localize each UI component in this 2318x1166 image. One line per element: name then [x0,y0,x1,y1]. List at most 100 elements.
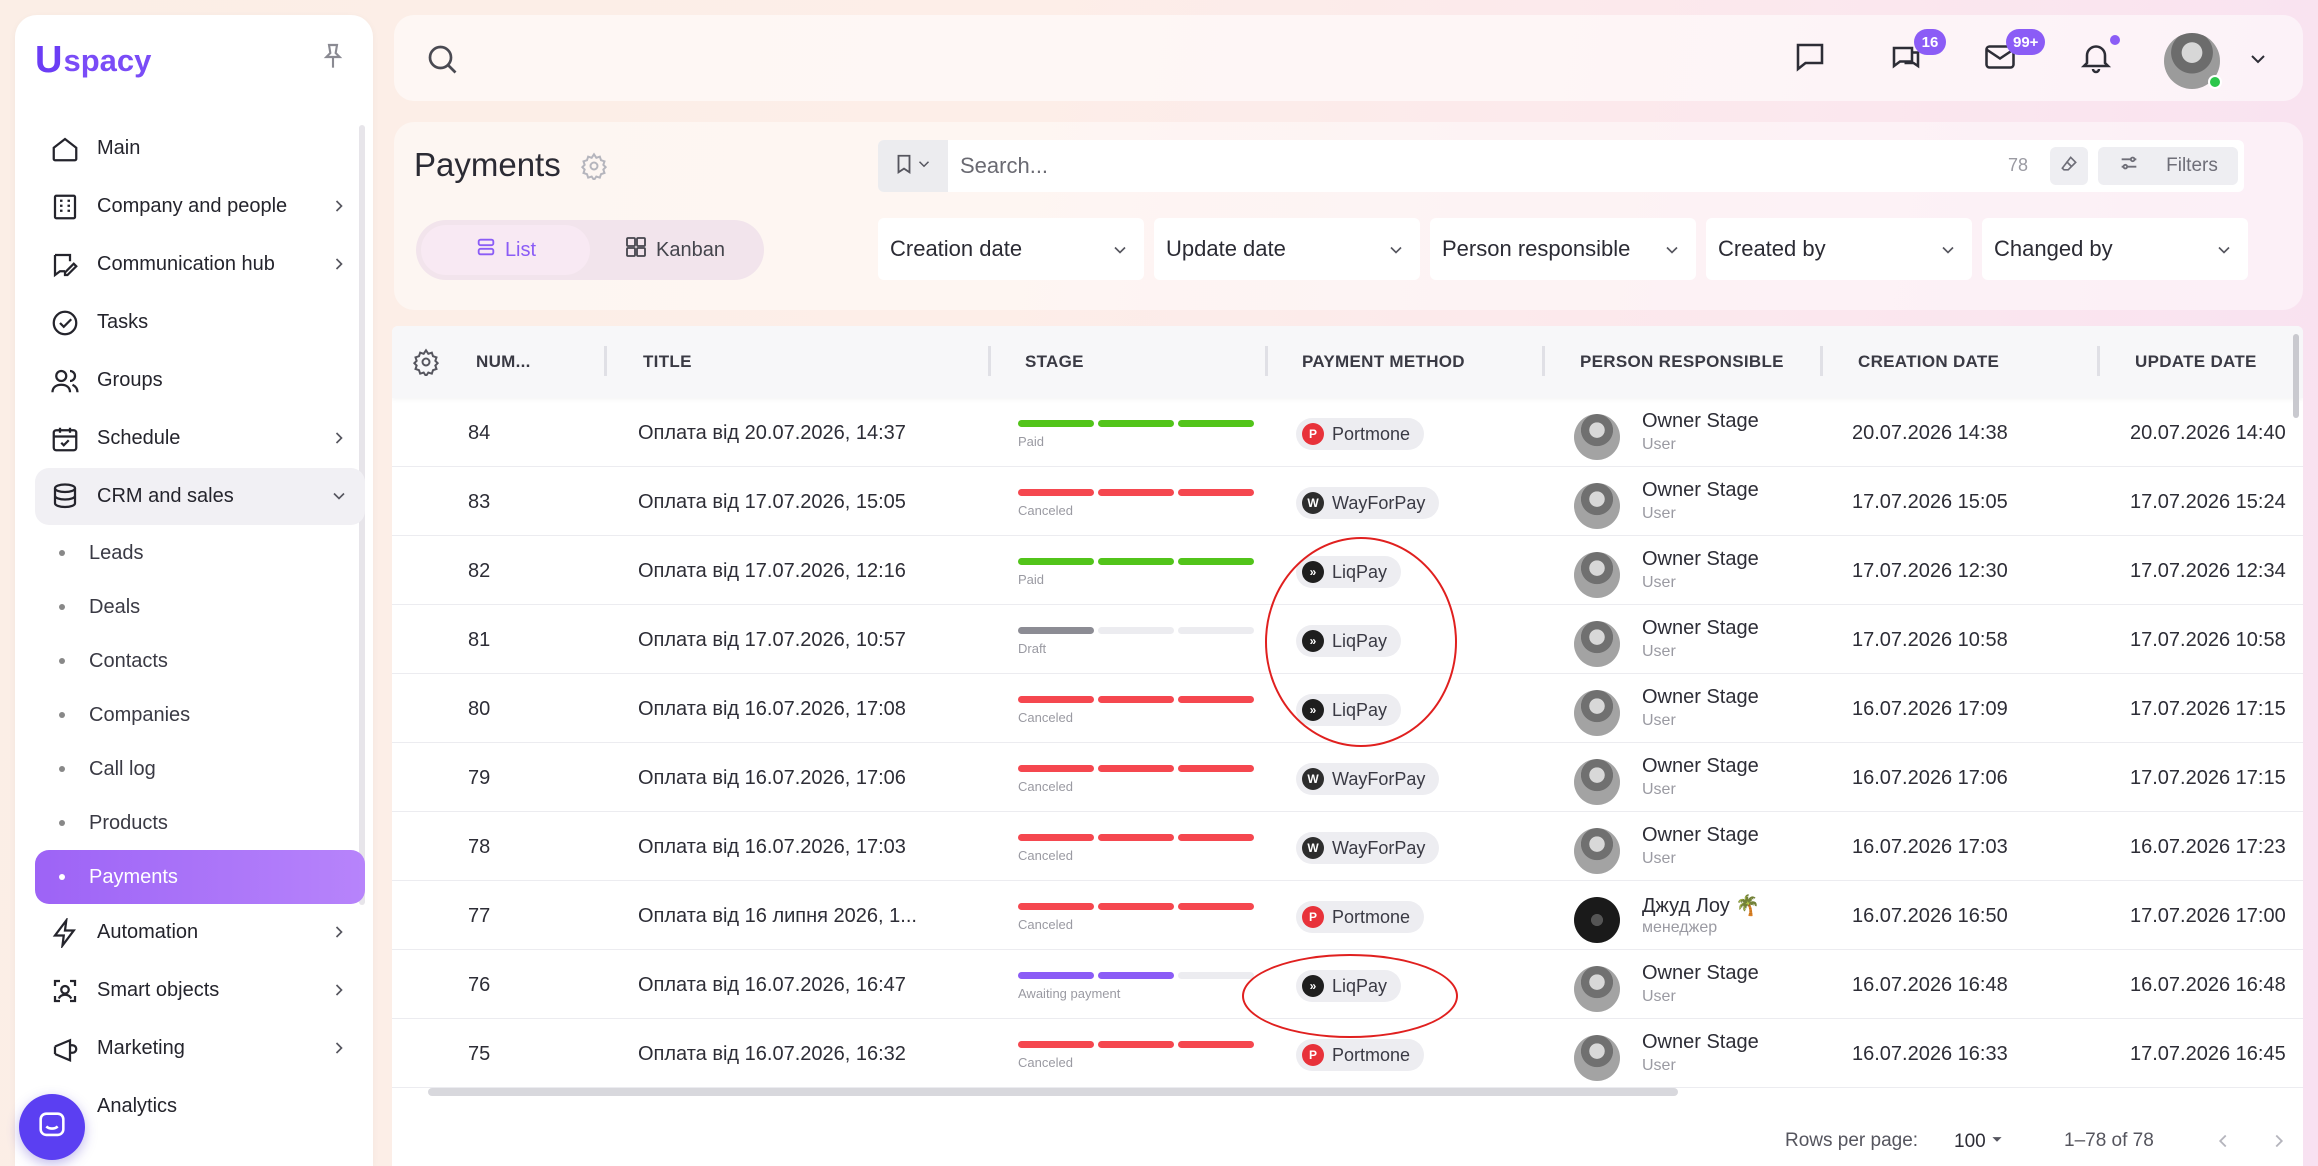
column-resizer[interactable] [1820,346,1823,376]
sidebar-item-marketing[interactable]: Marketing [35,1020,365,1077]
stage-progress[interactable] [1018,903,1254,911]
stage-progress[interactable] [1018,696,1254,704]
cell-title[interactable]: Оплата від 16.07.2026, 16:47 [638,974,906,997]
person-name[interactable]: Owner Stage [1642,755,1759,778]
person-name[interactable]: Owner Stage [1642,479,1759,502]
column-header-payment-method[interactable]: PAYMENT METHOD [1302,352,1465,372]
person-name[interactable]: Owner Stage [1642,1031,1759,1054]
sidebar-subitem-contacts[interactable]: Contacts [35,634,365,688]
sidebar-item-company[interactable]: Company and people [35,178,365,235]
stage-progress[interactable] [1018,765,1254,773]
avatar[interactable] [1574,1035,1620,1081]
sidebar-item-communication[interactable]: Communication hub [35,236,365,293]
prev-page-button[interactable] [2212,1130,2234,1157]
cell-title[interactable]: Оплата від 17.07.2026, 10:57 [638,629,906,652]
table-row[interactable]: 78 Оплата від 16.07.2026, 17:03 Canceled… [392,812,2303,881]
table-row[interactable]: 75 Оплата від 16.07.2026, 16:32 Canceled… [392,1019,2303,1088]
sidebar-subitem-leads[interactable]: Leads [35,526,365,580]
cell-title[interactable]: Оплата від 16 липня 2026, 1... [638,905,917,928]
filter-update-date[interactable]: Update date [1154,218,1420,280]
sidebar-item-main[interactable]: Main [35,120,365,177]
notifications-button[interactable] [2078,35,2120,79]
table-row[interactable]: 76 Оплата від 16.07.2026, 16:47 Awaiting… [392,950,2303,1019]
cell-title[interactable]: Оплата від 16.07.2026, 17:03 [638,836,906,859]
avatar[interactable] [1574,897,1620,943]
chevron-down-icon[interactable] [2246,47,2270,76]
cell-title[interactable]: Оплата від 16.07.2026, 16:32 [638,1043,906,1066]
person-name[interactable]: Owner Stage [1642,686,1759,709]
column-settings-gear-icon[interactable] [412,348,440,381]
table-row[interactable]: 81 Оплата від 17.07.2026, 10:57 Draft » … [392,605,2303,674]
sidebar-item-automation[interactable]: Automation [35,904,365,961]
sidebar-item-tasks[interactable]: Tasks [35,294,365,351]
sidebar-item-crm[interactable]: CRM and sales [35,468,365,525]
search-icon[interactable] [424,41,460,82]
mail-button[interactable]: 99+ [1982,29,2046,79]
sidebar-subitem-products[interactable]: Products [35,796,365,850]
stage-progress[interactable] [1018,972,1254,980]
column-header-creation-date[interactable]: CREATION DATE [1858,352,1999,372]
vertical-scrollbar[interactable] [2293,334,2299,418]
avatar[interactable] [1574,483,1620,529]
stage-progress[interactable] [1018,489,1254,497]
column-header-title[interactable]: TITLE [643,352,692,372]
stage-progress[interactable] [1018,627,1254,635]
table-row[interactable]: 84 Оплата від 20.07.2026, 14:37 Paid P P… [392,398,2303,467]
gear-icon[interactable] [580,152,608,185]
view-list-button[interactable]: List [421,225,590,275]
avatar[interactable] [1574,552,1620,598]
user-avatar[interactable] [2164,33,2222,89]
sidebar-item-groups[interactable]: Groups [35,352,365,409]
cell-title[interactable]: Оплата від 16.07.2026, 17:08 [638,698,906,721]
sidebar-item-schedule[interactable]: Schedule [35,410,365,467]
rows-per-page-select[interactable]: 100 [1954,1128,2008,1156]
next-page-button[interactable] [2268,1130,2290,1157]
stage-progress[interactable] [1018,1041,1254,1049]
cell-title[interactable]: Оплата від 20.07.2026, 14:37 [638,422,906,445]
column-resizer[interactable] [1542,346,1545,376]
table-row[interactable]: 83 Оплата від 17.07.2026, 15:05 Canceled… [392,467,2303,536]
clear-search-button[interactable] [2050,147,2088,185]
person-name[interactable]: Owner Stage [1642,410,1759,433]
sidebar-subitem-companies[interactable]: Companies [35,688,365,742]
support-chat-button[interactable] [19,1094,85,1160]
sidebar-item-smart-objects[interactable]: Smart objects [35,962,365,1019]
column-header-num[interactable]: NUM... [476,352,531,372]
sidebar-subitem-deals[interactable]: Deals [35,580,365,634]
avatar[interactable] [1574,414,1620,460]
person-name[interactable]: Джуд Лоу 🌴 [1642,893,1760,918]
sidebar-subitem-call-log[interactable]: Call log [35,742,365,796]
pin-icon[interactable] [317,41,349,73]
table-row[interactable]: 82 Оплата від 17.07.2026, 12:16 Paid » L… [392,536,2303,605]
table-row[interactable]: 80 Оплата від 16.07.2026, 17:08 Canceled… [392,674,2303,743]
cell-title[interactable]: Оплата від 17.07.2026, 12:16 [638,560,906,583]
avatar[interactable] [1574,621,1620,667]
filter-created-by[interactable]: Created by [1706,218,1972,280]
column-resizer[interactable] [988,346,991,376]
column-header-stage[interactable]: STAGE [1025,352,1084,372]
avatar[interactable] [1574,966,1620,1012]
person-name[interactable]: Owner Stage [1642,824,1759,847]
column-header-person[interactable]: PERSON RESPONSIBLE [1580,352,1784,372]
table-row[interactable]: 79 Оплата від 16.07.2026, 17:06 Canceled… [392,743,2303,812]
column-header-update-date[interactable]: UPDATE DATE [2135,352,2257,372]
cell-title[interactable]: Оплата від 16.07.2026, 17:06 [638,767,906,790]
person-name[interactable]: Owner Stage [1642,617,1759,640]
avatar[interactable] [1574,828,1620,874]
column-resizer[interactable] [604,346,607,376]
saved-filters-button[interactable] [878,140,948,192]
sidebar-subitem-payments[interactable]: Payments [35,850,365,904]
messages-button[interactable] [1792,39,1832,79]
avatar[interactable] [1574,759,1620,805]
horizontal-scrollbar[interactable] [428,1088,1678,1096]
person-name[interactable]: Owner Stage [1642,548,1759,571]
stage-progress[interactable] [1018,834,1254,842]
avatar[interactable] [1574,690,1620,736]
filter-person-responsible[interactable]: Person responsible [1430,218,1696,280]
column-resizer[interactable] [1265,346,1268,376]
app-logo[interactable]: U spacy [35,39,151,82]
filter-changed-by[interactable]: Changed by [1982,218,2248,280]
filter-creation-date[interactable]: Creation date [878,218,1144,280]
table-row[interactable]: 77 Оплата від 16 липня 2026, 1... Cancel… [392,881,2303,950]
view-kanban-button[interactable]: Kanban [590,225,759,275]
